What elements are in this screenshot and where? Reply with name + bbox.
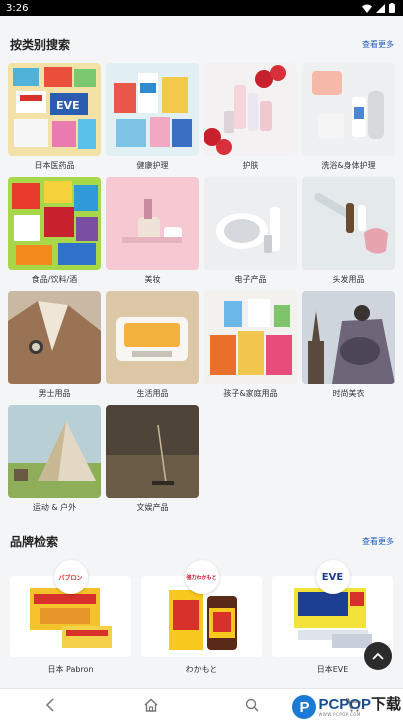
watermark: P PCPOP下载 WWW.PCPOP.COM <box>292 695 401 719</box>
brand-logo: EVE <box>315 560 350 594</box>
category-label: 生活用品 <box>136 389 169 398</box>
category-image <box>302 63 395 156</box>
brand-logo-text: 強力わかもと <box>186 574 217 581</box>
back-icon <box>46 697 54 712</box>
category-item-entertainment[interactable]: 文娱产品 <box>106 405 199 519</box>
brands-more-link[interactable]: 查看更多 <box>362 536 394 547</box>
category-label: 日本医药品 <box>34 161 75 170</box>
category-item-skincare[interactable]: 护肤 <box>204 63 297 177</box>
brand-logo: パブロン <box>53 560 88 594</box>
nav-search[interactable] <box>202 689 303 720</box>
nav-back[interactable] <box>0 689 101 720</box>
categories-more-link[interactable]: 查看更多 <box>362 39 394 50</box>
scroll-top-button[interactable] <box>364 642 392 670</box>
brand-logo-text: パブロン <box>58 574 83 582</box>
category-image <box>106 63 199 156</box>
category-item-mens[interactable]: 男士用品 <box>8 291 101 405</box>
chevron-up-icon <box>372 652 384 660</box>
wifi-icon <box>362 4 372 13</box>
watermark-logo: P <box>292 695 317 719</box>
category-label: 洗浴&身体护理 <box>321 161 376 170</box>
signal-icon <box>376 3 385 13</box>
home-icon <box>144 698 158 712</box>
brands-title: 品牌检索 <box>10 534 59 549</box>
category-item-electronics[interactable]: 电子产品 <box>204 177 297 291</box>
nav-home[interactable] <box>101 689 202 720</box>
category-label: 健康护理 <box>136 161 169 170</box>
category-image <box>8 177 101 270</box>
category-item-health-care[interactable]: 健康护理 <box>106 63 199 177</box>
category-item-food[interactable]: 食品/饮料/酒 <box>8 177 101 291</box>
category-item-outdoor[interactable]: 运动 & 户外 <box>8 405 101 519</box>
category-item-bath[interactable]: 洗浴&身体护理 <box>302 63 395 177</box>
category-image <box>8 291 101 384</box>
category-item-living[interactable]: 生活用品 <box>106 291 199 405</box>
category-label: 食品/饮料/酒 <box>31 275 78 284</box>
brand-logo-text: EVE <box>321 571 344 583</box>
main-content: 按类别搜索 查看更多 EVE 日本医药品 健康护理 护肤 洗浴&身体护理 食品/… <box>0 16 403 688</box>
category-item-fashion[interactable]: 时尚美衣 <box>302 291 395 405</box>
category-label: 男士用品 <box>38 389 71 398</box>
watermark-suffix: 下载 <box>370 696 401 713</box>
category-image <box>302 177 395 270</box>
svg-text:EVE: EVE <box>56 99 80 112</box>
category-label: 文娱产品 <box>136 503 169 512</box>
brand-card-pabron[interactable]: パブロン 日本 Pabron <box>10 560 131 675</box>
brand-row: パブロン 日本 Pabron 強力わかもと わかもと EVE 日本EVE <box>0 560 403 675</box>
category-item-medicine[interactable]: EVE 日本医药品 <box>8 63 101 177</box>
category-image <box>106 405 199 498</box>
brand-name: わかもと <box>185 665 218 674</box>
brand-card-wakamoto[interactable]: 強力わかもと わかもと <box>141 560 262 675</box>
watermark-brand: PCPOP下载 <box>318 697 401 712</box>
category-image: EVE <box>8 63 101 156</box>
category-grid: EVE 日本医药品 健康护理 护肤 洗浴&身体护理 食品/饮料/酒 美妆 电子产… <box>0 63 403 519</box>
categories-title: 按类别搜索 <box>10 37 71 52</box>
category-image <box>204 63 297 156</box>
category-label: 头发用品 <box>332 275 365 284</box>
watermark-text: PCPOP下载 WWW.PCPOP.COM <box>318 697 401 717</box>
category-item-makeup[interactable]: 美妆 <box>106 177 199 291</box>
category-label: 美妆 <box>144 275 161 284</box>
search-icon <box>245 698 259 711</box>
battery-icon <box>389 3 395 13</box>
category-label: 电子产品 <box>234 275 267 284</box>
category-image <box>204 177 297 270</box>
status-icons <box>362 3 395 13</box>
brands-header: 品牌检索 查看更多 <box>0 533 403 549</box>
status-time: 3:26 <box>6 2 29 14</box>
watermark-brand-name: PCPOP <box>318 696 371 713</box>
category-label: 运动 & 户外 <box>32 503 77 512</box>
category-label: 时尚美衣 <box>332 389 365 398</box>
category-image <box>302 291 395 384</box>
category-image <box>204 291 297 384</box>
category-item-kids-family[interactable]: 孩子&家庭用品 <box>204 291 297 405</box>
category-label: 护肤 <box>242 161 259 170</box>
watermark-sub: WWW.PCPOP.COM <box>318 712 361 717</box>
category-item-hair[interactable]: 头发用品 <box>302 177 395 291</box>
category-image <box>8 405 101 498</box>
category-image <box>106 291 199 384</box>
category-image <box>106 177 199 270</box>
category-label: 孩子&家庭用品 <box>223 389 278 398</box>
status-bar: 3:26 <box>0 0 403 16</box>
categories-header: 按类别搜索 查看更多 <box>0 33 403 55</box>
brand-name: 日本 Pabron <box>47 665 94 674</box>
brand-logo: 強力わかもと <box>184 560 219 594</box>
